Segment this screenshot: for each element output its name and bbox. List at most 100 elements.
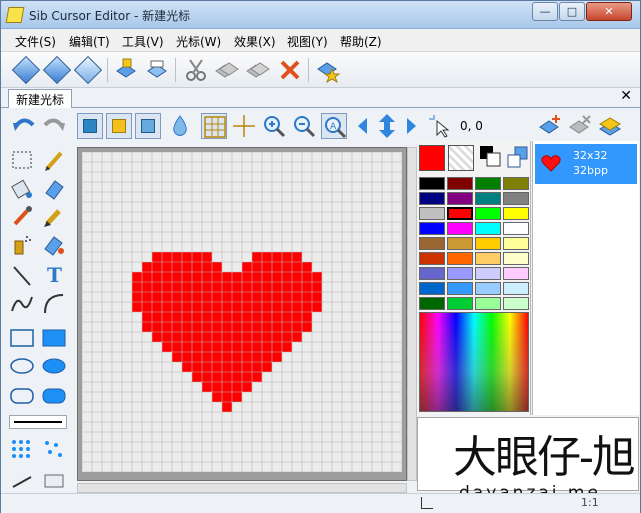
palette-swatch[interactable] — [447, 222, 473, 235]
heart-pixel[interactable] — [172, 282, 182, 292]
heart-pixel[interactable] — [142, 282, 152, 292]
brush-shape-button-1[interactable] — [9, 437, 35, 463]
heart-pixel[interactable] — [152, 272, 162, 282]
pixel-grid-svg[interactable] — [82, 152, 402, 472]
heart-pixel[interactable] — [282, 322, 292, 332]
heart-pixel[interactable] — [182, 342, 192, 352]
heart-pixel[interactable] — [262, 272, 272, 282]
menu-help[interactable]: 帮助(Z) — [340, 33, 382, 50]
heart-pixel[interactable] — [302, 282, 312, 292]
heart-pixel[interactable] — [222, 312, 232, 322]
heart-pixel[interactable] — [182, 252, 192, 262]
spray-tool-button[interactable] — [9, 231, 35, 257]
filled-rectangle-tool-button[interactable] — [41, 325, 67, 351]
heart-pixel[interactable] — [192, 332, 202, 342]
rectangle-tool-button[interactable] — [9, 325, 35, 351]
heart-pixel[interactable] — [212, 382, 222, 392]
heart-pixel[interactable] — [292, 322, 302, 332]
ellipse-tool-button[interactable] — [9, 353, 35, 379]
color-spectrum[interactable] — [419, 312, 529, 412]
heart-pixel[interactable] — [212, 372, 222, 382]
heart-pixel[interactable] — [172, 292, 182, 302]
palette-swatch[interactable] — [447, 252, 473, 265]
grid-toggle-button[interactable] — [201, 113, 227, 139]
heart-pixel[interactable] — [232, 332, 242, 342]
paste-button[interactable] — [245, 57, 271, 83]
heart-pixel[interactable] — [152, 252, 162, 262]
heart-pixel[interactable] — [182, 362, 192, 372]
heart-pixel[interactable] — [272, 302, 282, 312]
heart-pixel[interactable] — [162, 312, 172, 322]
heart-pixel[interactable] — [192, 322, 202, 332]
close-window-button[interactable]: ✕ — [586, 2, 632, 21]
heart-pixel[interactable] — [152, 312, 162, 322]
palette-swatch[interactable] — [503, 237, 529, 250]
heart-pixel[interactable] — [202, 282, 212, 292]
palette-swatch[interactable] — [419, 177, 445, 190]
palette-swatch[interactable] — [419, 207, 445, 220]
palette-swatch[interactable] — [475, 222, 501, 235]
heart-pixel[interactable] — [232, 322, 242, 332]
palette-swatch[interactable] — [503, 222, 529, 235]
heart-pixel[interactable] — [272, 342, 282, 352]
palette-swatch[interactable] — [447, 207, 473, 220]
heart-pixel[interactable] — [172, 252, 182, 262]
fill-tool-button[interactable] — [9, 175, 35, 201]
heart-pixel[interactable] — [232, 352, 242, 362]
heart-pixel[interactable] — [192, 372, 202, 382]
heart-pixel[interactable] — [192, 252, 202, 262]
heart-pixel[interactable] — [232, 392, 242, 402]
heart-pixel[interactable] — [302, 302, 312, 312]
heart-pixel[interactable] — [252, 262, 262, 272]
palette-swatch[interactable] — [419, 297, 445, 310]
heart-pixel[interactable] — [212, 332, 222, 342]
heart-pixel[interactable] — [222, 342, 232, 352]
canvas-horizontal-scrollbar[interactable] — [77, 483, 407, 493]
heart-pixel[interactable] — [142, 272, 152, 282]
invert-colors-button[interactable] — [505, 145, 531, 171]
heart-pixel[interactable] — [202, 362, 212, 372]
heart-pixel[interactable] — [212, 302, 222, 312]
swap-colors-button[interactable] — [479, 145, 505, 171]
heart-pixel[interactable] — [222, 362, 232, 372]
heart-pixel[interactable] — [252, 332, 262, 342]
heart-pixel[interactable] — [242, 272, 252, 282]
heart-pixel[interactable] — [162, 332, 172, 342]
palette-swatch[interactable] — [503, 192, 529, 205]
heart-pixel[interactable] — [212, 292, 222, 302]
arc-tool-button[interactable] — [41, 291, 67, 317]
palette-swatch[interactable] — [419, 282, 445, 295]
heart-pixel[interactable] — [162, 342, 172, 352]
heart-pixel[interactable] — [262, 302, 272, 312]
heart-pixel[interactable] — [232, 342, 242, 352]
palette-swatch[interactable] — [447, 192, 473, 205]
heart-pixel[interactable] — [312, 272, 322, 282]
heart-pixel[interactable] — [242, 302, 252, 312]
heart-pixel[interactable] — [302, 322, 312, 332]
redo-button[interactable] — [41, 113, 67, 139]
heart-pixel[interactable] — [202, 312, 212, 322]
heart-pixel[interactable] — [242, 262, 252, 272]
heart-pixel[interactable] — [262, 252, 272, 262]
heart-pixel[interactable] — [222, 302, 232, 312]
palette-swatch[interactable] — [419, 237, 445, 250]
heart-pixel[interactable] — [172, 342, 182, 352]
palette-swatch[interactable] — [475, 252, 501, 265]
document-tab[interactable]: 新建光标 — [8, 89, 73, 108]
heart-pixel[interactable] — [202, 382, 212, 392]
brush-shape-button-2[interactable] — [41, 437, 67, 463]
filled-ellipse-tool-button[interactable] — [41, 353, 67, 379]
palette-swatch[interactable] — [475, 297, 501, 310]
palette-swatch[interactable] — [503, 297, 529, 310]
new-cursor-button[interactable] — [11, 55, 41, 85]
heart-pixel[interactable] — [182, 262, 192, 272]
palette-swatch[interactable] — [419, 192, 445, 205]
heart-pixel[interactable] — [282, 292, 292, 302]
zoom-in-button[interactable] — [261, 113, 287, 139]
heart-pixel[interactable] — [172, 332, 182, 342]
heart-pixel[interactable] — [262, 332, 272, 342]
heart-pixel[interactable] — [262, 292, 272, 302]
palette-swatch[interactable] — [503, 177, 529, 190]
heart-pixel[interactable] — [242, 312, 252, 322]
hotspot-button[interactable] — [231, 113, 257, 139]
